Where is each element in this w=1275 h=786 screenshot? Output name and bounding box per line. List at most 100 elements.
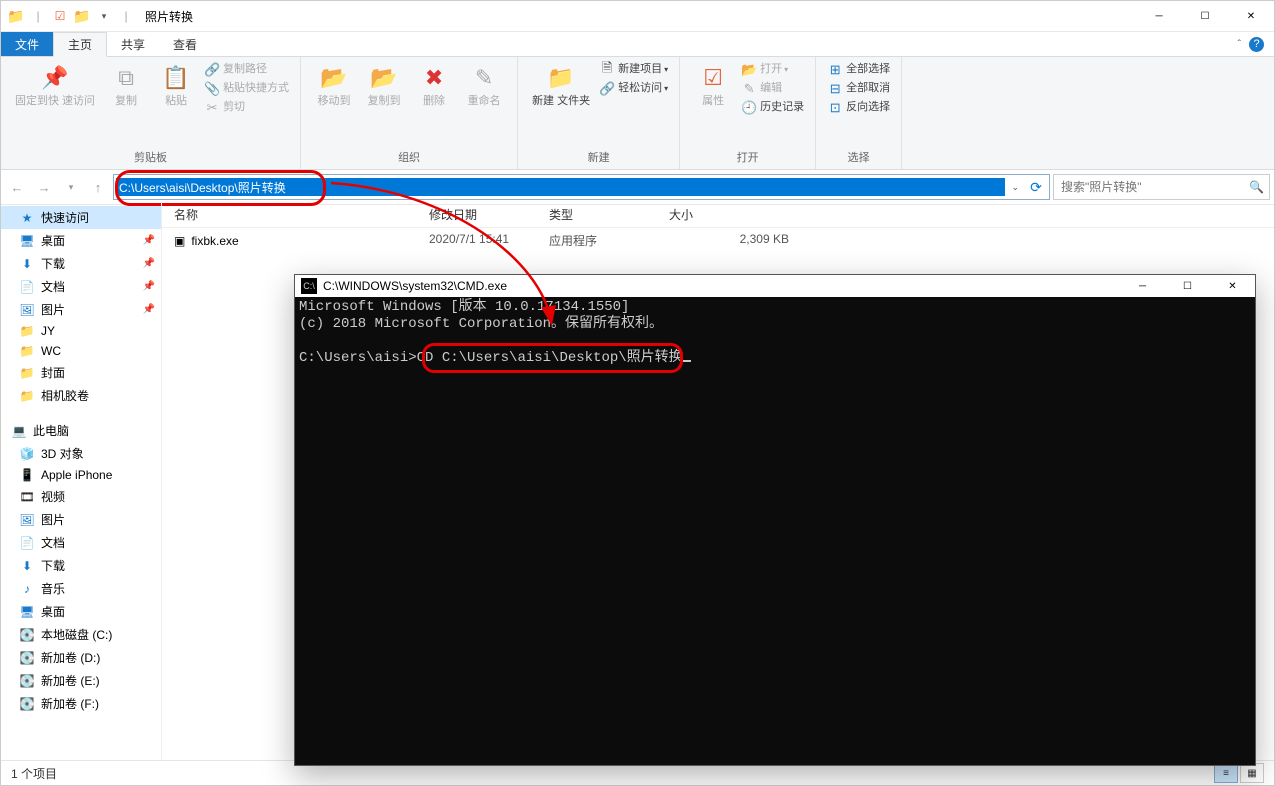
rename-button[interactable]: ✎重命名: [459, 61, 509, 110]
search-box[interactable]: 🔍: [1053, 174, 1270, 200]
cmd-close-button[interactable]: ✕: [1210, 275, 1255, 297]
titlebar: 📁 | ☑ 📁 ▾ | 照片转换 ─ ☐ ✕: [1, 1, 1274, 32]
minimize-button[interactable]: ─: [1136, 2, 1182, 31]
newitem-button[interactable]: 🗎新建项目▾: [596, 61, 671, 79]
view-details-icon[interactable]: ≡: [1214, 763, 1238, 783]
qat-open-icon[interactable]: 📁: [73, 7, 91, 25]
qat-dropdown-icon[interactable]: ▾: [95, 7, 113, 25]
sidebar-desktop[interactable]: 🖥桌面📌: [1, 229, 161, 252]
col-date[interactable]: 修改日期: [429, 206, 549, 223]
sidebar-folder-jy[interactable]: 📁JY: [1, 321, 161, 341]
qat-sep: |: [29, 7, 47, 25]
exe-icon: ▣: [174, 234, 185, 248]
paste-button[interactable]: 📋粘贴: [151, 61, 201, 110]
pin-quickaccess-button[interactable]: 📌固定到快 速访问: [9, 61, 101, 110]
pin-icon: 📌: [143, 304, 155, 315]
column-headers[interactable]: 名称 修改日期 类型 大小: [162, 202, 1274, 228]
cmd-minimize-button[interactable]: ─: [1120, 275, 1165, 297]
history-button[interactable]: 🕘历史记录: [738, 99, 807, 117]
window-title: 照片转换: [135, 8, 193, 25]
sidebar-documents2[interactable]: 📄文档: [1, 531, 161, 554]
ribbon: 📌固定到快 速访问 ⧉复制 📋粘贴 🔗复制路径 📎粘贴快捷方式 ✂剪切 剪贴板 …: [1, 57, 1274, 170]
sidebar-music[interactable]: ♪音乐: [1, 577, 161, 600]
selectall-button[interactable]: ⊞全部选择: [824, 61, 893, 79]
tab-home[interactable]: 主页: [53, 32, 107, 57]
group-new-label: 新建: [588, 147, 610, 167]
folder-icon: 📁: [7, 7, 25, 25]
view-large-icon[interactable]: ▦: [1240, 763, 1264, 783]
sidebar-downloads[interactable]: ⬇下载📌: [1, 252, 161, 275]
copy-button[interactable]: ⧉复制: [101, 61, 151, 110]
title-sep: |: [117, 7, 135, 25]
easyaccess-button[interactable]: 🔗轻松访问▾: [596, 80, 671, 98]
copypath-button[interactable]: 🔗复制路径: [201, 61, 270, 79]
address-input[interactable]: [116, 178, 1005, 196]
sidebar-diskf[interactable]: 💽新加卷 (F:): [1, 692, 161, 715]
col-name[interactable]: 名称: [174, 206, 429, 223]
cmd-body[interactable]: Microsoft Windows [版本 10.0.17134.1550] (…: [295, 297, 1255, 403]
moveto-button[interactable]: 📂移动到: [309, 61, 359, 110]
col-type[interactable]: 类型: [549, 206, 669, 223]
sidebar-quickaccess[interactable]: ★快速访问: [1, 206, 161, 229]
newfolder-button[interactable]: 📁新建 文件夹: [526, 61, 596, 110]
tab-file[interactable]: 文件: [1, 32, 53, 56]
sidebar-documents[interactable]: 📄文档📌: [1, 275, 161, 298]
collapse-ribbon-icon[interactable]: ˆ: [1238, 39, 1241, 50]
refresh-icon[interactable]: ⟳: [1025, 179, 1047, 196]
navbar: ← → ▾ ↑ ⌄ ⟳ 🔍: [1, 170, 1274, 205]
nav-back-icon[interactable]: ←: [5, 175, 29, 199]
cmd-window[interactable]: C:\ C:\WINDOWS\system32\CMD.exe ─ ☐ ✕ Mi…: [294, 274, 1256, 766]
nav-up-icon[interactable]: ↑: [86, 175, 110, 199]
copyto-button[interactable]: 📂复制到: [359, 61, 409, 110]
sidebar-videos[interactable]: 🎞视频: [1, 485, 161, 508]
sidebar-thispc[interactable]: 💻此电脑: [1, 419, 161, 442]
file-row[interactable]: ▣fixbk.exe 2020/7/1 15:41 应用程序 2,309 KB: [162, 228, 1274, 253]
cmd-maximize-button[interactable]: ☐: [1165, 275, 1210, 297]
sidebar-diskd[interactable]: 💽新加卷 (D:): [1, 646, 161, 669]
col-size[interactable]: 大小: [669, 206, 789, 223]
delete-button[interactable]: ✖删除: [409, 61, 459, 110]
sidebar-pictures2[interactable]: 🖼图片: [1, 508, 161, 531]
cmd-titlebar[interactable]: C:\ C:\WINDOWS\system32\CMD.exe ─ ☐ ✕: [295, 275, 1255, 297]
selectnone-button[interactable]: ⊟全部取消: [824, 80, 893, 98]
address-bar[interactable]: ⌄ ⟳: [113, 174, 1050, 200]
sidebar-diske[interactable]: 💽新加卷 (E:): [1, 669, 161, 692]
properties-button[interactable]: ☑属性: [688, 61, 738, 110]
tab-share[interactable]: 共享: [107, 32, 159, 56]
help-icon[interactable]: ?: [1249, 37, 1264, 52]
group-clipboard-label: 剪贴板: [134, 147, 167, 167]
group-open-label: 打开: [737, 147, 759, 167]
invertselect-button[interactable]: ⊡反向选择: [824, 99, 893, 117]
ribbon-tabs: 文件 主页 共享 查看 ˆ ?: [1, 32, 1274, 57]
item-count: 1 个项目: [11, 765, 57, 782]
group-organize-label: 组织: [398, 147, 420, 167]
cut-button[interactable]: ✂剪切: [201, 99, 248, 117]
sidebar-diskc[interactable]: 💽本地磁盘 (C:): [1, 623, 161, 646]
pin-icon: 📌: [143, 281, 155, 292]
sidebar-downloads2[interactable]: ⬇下载: [1, 554, 161, 577]
sidebar-3dobjects[interactable]: 🧊3D 对象: [1, 442, 161, 465]
maximize-button[interactable]: ☐: [1182, 2, 1228, 31]
sidebar-pictures[interactable]: 🖼图片📌: [1, 298, 161, 321]
close-button[interactable]: ✕: [1228, 2, 1274, 31]
sidebar-folder-cameraroll[interactable]: 📁相机胶卷: [1, 384, 161, 407]
search-icon[interactable]: 🔍: [1249, 180, 1264, 194]
cmd-title: C:\WINDOWS\system32\CMD.exe: [323, 279, 507, 293]
search-input[interactable]: [1059, 179, 1249, 195]
pin-icon: 📌: [143, 258, 155, 269]
pin-icon: 📌: [143, 235, 155, 246]
tab-view[interactable]: 查看: [159, 32, 211, 56]
sidebar[interactable]: ★快速访问 🖥桌面📌 ⬇下载📌 📄文档📌 🖼图片📌 📁JY 📁WC 📁封面 📁相…: [1, 202, 162, 761]
nav-recent-icon[interactable]: ▾: [59, 175, 83, 199]
sidebar-folder-wc[interactable]: 📁WC: [1, 341, 161, 361]
cmd-icon: C:\: [301, 278, 317, 294]
open-button[interactable]: 📂打开▾: [738, 61, 791, 79]
nav-forward-icon[interactable]: →: [32, 175, 56, 199]
edit-button[interactable]: ✎编辑: [738, 80, 785, 98]
pasteshortcut-button[interactable]: 📎粘贴快捷方式: [201, 80, 292, 98]
sidebar-desktop2[interactable]: 🖥桌面: [1, 600, 161, 623]
qat-properties-icon[interactable]: ☑: [51, 7, 69, 25]
sidebar-folder-cover[interactable]: 📁封面: [1, 361, 161, 384]
sidebar-iphone[interactable]: 📱Apple iPhone: [1, 465, 161, 485]
address-dropdown-icon[interactable]: ⌄: [1005, 182, 1025, 193]
